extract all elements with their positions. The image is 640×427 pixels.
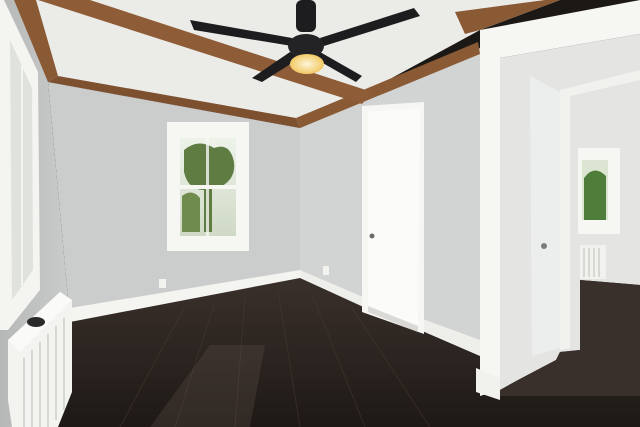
- room-photo: [0, 0, 640, 427]
- closet-door: [362, 102, 424, 334]
- door-knob: [369, 233, 375, 239]
- inner-door-knob: [541, 243, 547, 249]
- wall-outlet-right: [323, 266, 329, 275]
- wall-outlet: [159, 279, 166, 288]
- back-window: [167, 122, 249, 251]
- doorway: [476, 0, 640, 400]
- fan-downrod: [296, 0, 316, 32]
- fan-light-icon: [290, 54, 324, 74]
- radiator-valve: [27, 317, 45, 327]
